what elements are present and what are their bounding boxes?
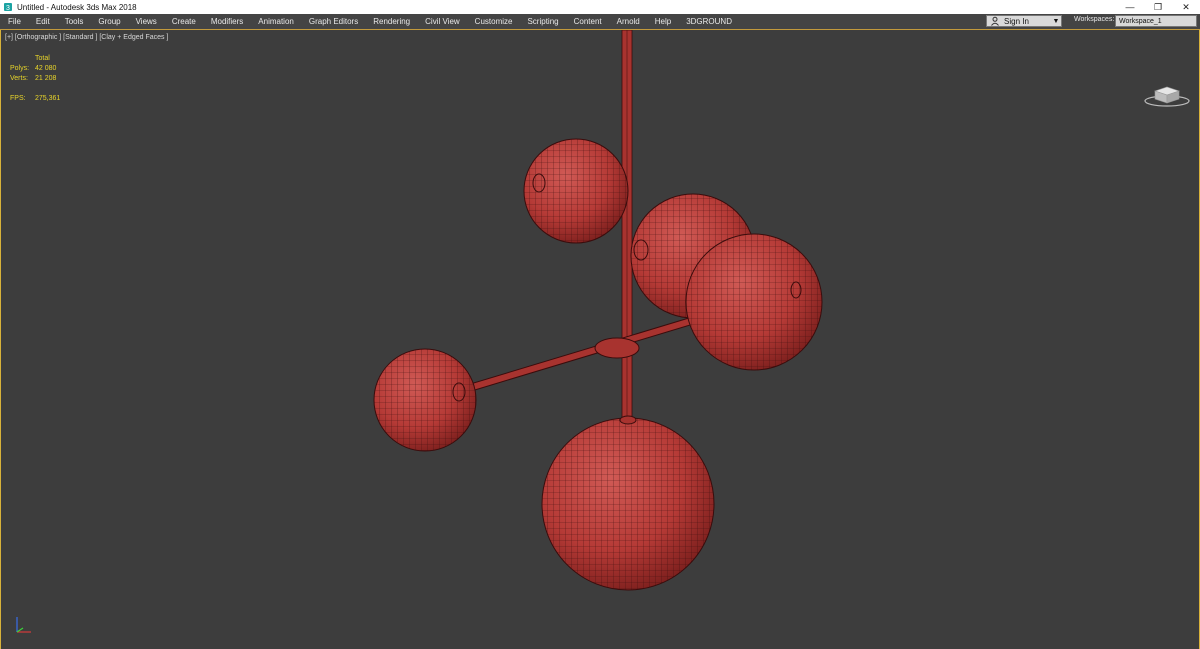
app-icon: 3 xyxy=(4,3,12,12)
stats-fps-value: 275,361 xyxy=(35,95,61,102)
globe-bottom xyxy=(541,415,715,591)
scene-render xyxy=(373,30,823,591)
viewcube-icon[interactable] xyxy=(1143,80,1191,108)
globe-top-left xyxy=(523,138,629,244)
stats-polys-value: 42 080 xyxy=(35,65,57,72)
sign-in-dropdown[interactable]: Sign In ▼ xyxy=(986,15,1062,27)
stats-fps-label: FPS: xyxy=(10,95,26,102)
minimize-button[interactable]: — xyxy=(1116,0,1144,14)
menu-3dground[interactable]: 3DGROUND xyxy=(678,17,739,26)
stats-polys-label: Polys: xyxy=(10,65,30,72)
stats-verts-label: Verts: xyxy=(10,75,28,82)
close-button[interactable]: ✕ xyxy=(1172,0,1200,14)
menu-bar: File Edit Tools Group Views Create Modif… xyxy=(0,14,1200,30)
menu-rendering[interactable]: Rendering xyxy=(365,17,417,26)
menu-views[interactable]: Views xyxy=(128,17,164,26)
viewport-label[interactable]: [+] [Orthographic ] [Standard ] [Clay + … xyxy=(5,34,168,41)
menu-graph-editors[interactable]: Graph Editors xyxy=(301,17,365,26)
menu-scripting[interactable]: Scripting xyxy=(519,17,565,26)
window-controls: — ❐ ✕ xyxy=(1116,0,1200,14)
viewport-orthographic[interactable]: [+] [Orthographic ] [Standard ] [Clay + … xyxy=(0,30,1200,649)
menu-customize[interactable]: Customize xyxy=(467,17,520,26)
menu-tools[interactable]: Tools xyxy=(57,17,91,26)
axis-tripod-icon xyxy=(16,617,31,633)
menu-content[interactable]: Content xyxy=(566,17,609,26)
maximize-button[interactable]: ❐ xyxy=(1144,0,1172,14)
menu-create[interactable]: Create xyxy=(164,17,203,26)
viewport-statistics: Total Polys: 42 080 Verts: 21 208 FPS: 275,… xyxy=(10,54,60,104)
user-icon xyxy=(991,16,999,26)
sign-in-label: Sign In xyxy=(1004,16,1029,26)
menu-edit[interactable]: Edit xyxy=(28,17,57,26)
joint xyxy=(594,337,640,359)
chevron-down-icon: ▼ xyxy=(1052,17,1060,25)
menu-arnold[interactable]: Arnold xyxy=(609,17,647,26)
title-bar: 3 Untitled - Autodesk 3ds Max 2018 — ❐ ✕ xyxy=(0,0,1200,14)
menu-civil-view[interactable]: Civil View xyxy=(417,17,467,26)
window-title: Untitled - Autodesk 3ds Max 2018 xyxy=(17,2,137,12)
menu-file[interactable]: File xyxy=(0,17,28,26)
globe-left xyxy=(373,348,477,452)
menu-help[interactable]: Help xyxy=(647,17,678,26)
svg-text:3: 3 xyxy=(6,5,10,12)
menu-modifiers[interactable]: Modifiers xyxy=(203,17,250,26)
workspace-select[interactable]: Workspace_1 xyxy=(1115,15,1197,27)
stats-verts-value: 21 208 xyxy=(35,75,57,82)
workspaces-label: Workspaces: xyxy=(1074,16,1115,23)
globe-right xyxy=(685,233,823,371)
stats-total-label: Total xyxy=(35,55,50,62)
menu-animation[interactable]: Animation xyxy=(250,17,301,26)
menu-group[interactable]: Group xyxy=(90,17,127,26)
